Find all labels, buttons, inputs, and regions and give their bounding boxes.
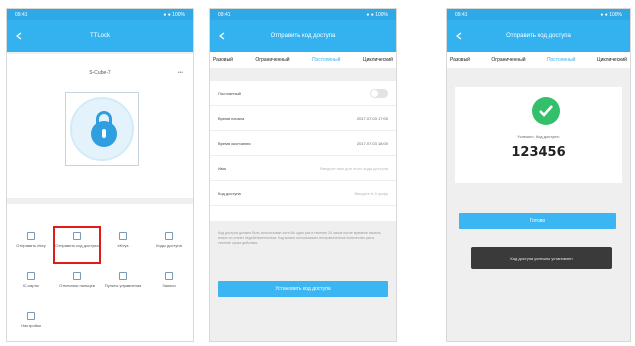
back-arrow-icon[interactable] [15,32,23,40]
keyhole-icon [102,129,106,138]
field-label: Код доступа [218,190,241,196]
send-icon [27,232,35,240]
unlock-button[interactable] [65,92,139,166]
tab-one-time[interactable]: Разовый [450,57,470,63]
status-bar: 09:41 ● ● 100% [447,9,630,20]
records-icon [165,272,173,280]
name-input[interactable]: Введите имя для этого кода доступа [320,166,388,171]
success-card: Успешно. Код доступа: 123456 [455,87,622,183]
page-title: Отправить код доступа [270,33,336,39]
tile-ic-cards[interactable]: IC-карты [9,268,53,306]
tile-records[interactable]: Записи [147,268,191,306]
tile-label: eKeys [117,243,129,248]
list-icon [165,232,173,240]
field-label: Постоянный [218,90,241,96]
screen-passcode-success: 09:41 ● ● 100% Отправить код доступа Раз… [446,8,631,342]
status-icons: ● ● 100% [366,11,388,18]
highlight-box [53,226,101,264]
fingerprint-icon [73,272,81,280]
form-row-permanent: Постоянный [210,81,396,106]
padlock-icon [91,121,117,147]
back-arrow-icon[interactable] [218,32,226,40]
tab-permanent[interactable]: Постоянный [312,57,341,63]
status-time: 09:41 [218,11,231,18]
status-bar: 09:41 ● ● 100% [210,9,396,20]
tab-timed[interactable]: Ограниченный [491,57,525,63]
card-icon [27,272,35,280]
status-icons: ● ● 100% [163,11,185,18]
screen-lock-home: 09:41 ● ● 100% TTLock S-Cube-7 ••• Отпра… [6,8,194,342]
passcode-type-tabs: Разовый Ограниченный Постоянный Цикличес… [210,52,396,68]
gear-icon [27,312,35,320]
remote-icon [119,272,127,280]
more-icon[interactable]: ••• [178,70,183,76]
field-label: Имя [218,165,226,171]
passcode-value: 123456 [511,145,566,160]
back-arrow-icon[interactable] [455,32,463,40]
permanent-toggle[interactable] [370,88,388,98]
title-bar: Отправить код доступа [447,20,630,52]
tile-label: IC-карты [22,283,40,288]
passcode-input[interactable]: Введите 6-9 цифр [354,191,388,196]
tile-settings[interactable]: Настройки [9,308,53,341]
lock-card: S-Cube-7 ••• [7,54,193,198]
done-button[interactable]: Готово [459,213,616,229]
title-bar: Отправить код доступа [210,20,396,52]
tab-one-time[interactable]: Разовый [213,57,233,63]
form-row-start-time[interactable]: Время начала 2017.07.03 17:00 [210,106,396,131]
tab-permanent[interactable]: Постоянный [547,57,576,63]
page-title: TTLock [89,33,110,39]
tile-label: Коды доступа [156,243,182,248]
unlock-ring [70,97,134,161]
passcode-type-tabs: Разовый Ограниченный Постоянный Цикличес… [447,52,630,68]
end-time-value: 2017.07.03 18:00 [356,140,388,146]
status-icons: ● ● 100% [600,11,622,18]
tab-cyclic[interactable]: Циклический [597,57,627,63]
tile-passcodes[interactable]: Коды доступа [147,228,191,266]
tab-cyclic[interactable]: Циклический [363,57,393,63]
tile-label: Записи [162,283,176,288]
status-time: 09:41 [15,11,28,18]
field-label: Время начала [218,115,245,121]
start-time-value: 2017.07.03 17:00 [356,115,388,121]
tile-ekeys[interactable]: eKeys [101,228,145,266]
set-passcode-button[interactable]: Установить код доступа [218,281,388,297]
passcode-form: Постоянный Время начала 2017.07.03 17:00 … [210,81,396,221]
toast-message: Код доступа успешно установлен [471,247,612,269]
tile-label: Отправить ekey [16,243,46,248]
feature-grid: Отправить ekey Отправить код доступа eKe… [7,204,193,341]
success-label: Успешно. Код доступа: [517,134,560,139]
screen-send-passcode: 09:41 ● ● 100% Отправить код доступа Раз… [209,8,397,342]
title-bar: TTLock [7,20,193,52]
tile-label: Пульты управления [104,283,142,288]
field-label: Время окончания [218,140,251,146]
tile-send-ekey[interactable]: Отправить ekey [9,228,53,266]
page-title: Отправить код доступа [506,33,571,39]
lock-name: S-Cube-7 [89,70,111,76]
tile-remotes[interactable]: Пульты управления [101,268,145,306]
form-row-passcode: Код доступа Введите 6-9 цифр [210,181,396,206]
status-bar: 09:41 ● ● 100% [7,9,193,20]
status-time: 09:41 [455,11,468,18]
tile-fingerprints[interactable]: Отпечатки пальцев [55,268,99,306]
tile-label: Настройки [21,323,41,328]
tab-timed[interactable]: Ограниченный [255,57,289,63]
success-check-icon [532,97,560,125]
key-icon [119,232,127,240]
form-row-end-time[interactable]: Время окончания 2017.07.03 18:00 [210,131,396,156]
form-row-name: Имя Введите имя для этого кода доступа [210,156,396,181]
tile-label: Отпечатки пальцев [59,283,95,288]
help-note: Код доступа должен быть использован хотя… [218,231,382,245]
